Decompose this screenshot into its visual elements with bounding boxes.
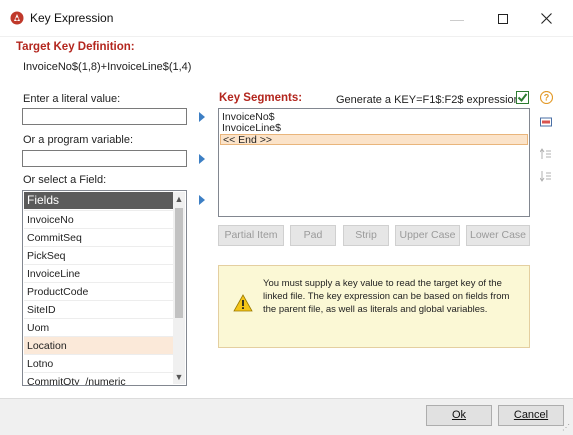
- window-title: Key Expression: [30, 11, 114, 25]
- pad-button[interactable]: Pad: [290, 225, 336, 246]
- field-item-productcode[interactable]: ProductCode: [24, 282, 174, 300]
- add-literal-arrow-icon[interactable]: [198, 112, 206, 122]
- field-item-commitqty[interactable]: CommitQty_/numeric: [24, 372, 174, 385]
- lower-case-button[interactable]: Lower Case: [466, 225, 530, 246]
- select-field-label: Or select a Field:: [23, 174, 107, 186]
- close-button[interactable]: [531, 9, 561, 29]
- field-item-lotno[interactable]: Lotno: [24, 354, 174, 372]
- move-up-icon[interactable]: [539, 148, 552, 160]
- program-variable-input[interactable]: [22, 150, 187, 167]
- scroll-up-icon[interactable]: ▲: [173, 192, 185, 206]
- segment-item[interactable]: InvoiceLine$: [220, 123, 528, 134]
- segment-item-end[interactable]: << End >>: [220, 134, 528, 146]
- key-segments-list[interactable]: InvoiceNo$ InvoiceLine$ << End >>: [218, 108, 530, 217]
- field-item-siteid[interactable]: SiteID: [24, 300, 174, 318]
- literal-value-input[interactable]: [22, 108, 187, 125]
- cancel-button-label: Cancel: [513, 409, 549, 421]
- cancel-button[interactable]: Cancel: [498, 405, 564, 426]
- resize-grip-icon[interactable]: ⋰: [562, 423, 570, 432]
- field-item-location[interactable]: Location: [24, 336, 174, 354]
- target-key-heading: Target Key Definition:: [16, 41, 135, 53]
- fields-listbox[interactable]: Fields InvoiceNo CommitSeq PickSeq Invoi…: [22, 190, 187, 386]
- maximize-button[interactable]: [488, 9, 518, 29]
- target-key-expression: InvoiceNo$(1,8)+InvoiceLine$(1,4): [23, 61, 192, 73]
- ok-button[interactable]: Ok: [426, 405, 492, 426]
- program-variable-label: Or a program variable:: [23, 134, 134, 146]
- minimize-button[interactable]: —: [442, 9, 472, 29]
- field-item-pickseq[interactable]: PickSeq: [24, 246, 174, 264]
- key-segments-heading: Key Segments:: [219, 92, 303, 104]
- add-variable-arrow-icon[interactable]: [198, 154, 206, 164]
- field-item-uom[interactable]: Uom: [24, 318, 174, 336]
- app-icon: [10, 11, 24, 25]
- field-item-invoiceline[interactable]: InvoiceLine: [24, 264, 174, 282]
- move-down-icon[interactable]: [539, 170, 552, 182]
- field-item-commitseq[interactable]: CommitSeq: [24, 228, 174, 246]
- field-item-invoiceno[interactable]: InvoiceNo: [24, 210, 174, 228]
- add-field-arrow-icon[interactable]: [198, 195, 206, 205]
- warning-icon: [233, 294, 253, 312]
- fields-list-header: Fields: [24, 192, 174, 209]
- literal-value-label: Enter a literal value:: [23, 93, 121, 105]
- generate-expression-label: Generate a KEY=F1$:F2$ expression: [336, 94, 520, 106]
- ok-button-label: Ok: [451, 409, 467, 421]
- partial-item-button[interactable]: Partial Item: [218, 225, 284, 246]
- strip-button[interactable]: Strip: [343, 225, 389, 246]
- svg-text:?: ?: [544, 93, 550, 103]
- scroll-down-icon[interactable]: ▼: [173, 370, 185, 384]
- remove-segment-icon[interactable]: [540, 116, 552, 128]
- help-icon[interactable]: ?: [539, 90, 554, 107]
- scroll-thumb[interactable]: [175, 208, 183, 318]
- generate-expression-checkbox[interactable]: [516, 91, 529, 104]
- upper-case-button[interactable]: Upper Case: [395, 225, 460, 246]
- fields-scrollbar[interactable]: ▲ ▼: [173, 192, 185, 384]
- info-message-box: You must supply a key value to read the …: [218, 265, 530, 348]
- info-message-text: You must supply a key value to read the …: [263, 278, 510, 315]
